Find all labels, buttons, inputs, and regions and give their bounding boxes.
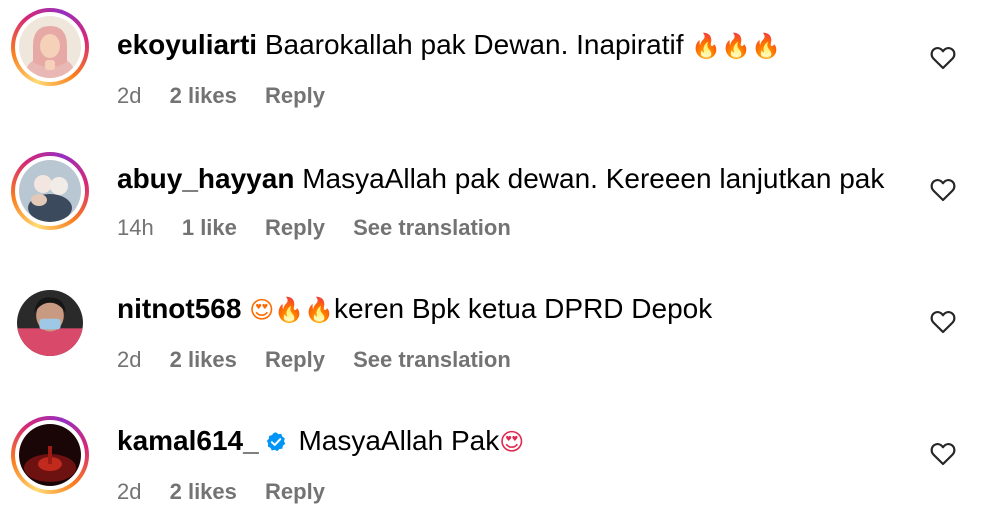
avatar[interactable] bbox=[17, 290, 83, 356]
comment-username[interactable]: kamal614_ bbox=[117, 425, 259, 456]
comment-item: kamal614_ MasyaAllah Pak😍 2d 2 likes Rep… bbox=[0, 396, 982, 528]
reply-button[interactable]: Reply bbox=[265, 346, 325, 374]
avatar[interactable] bbox=[19, 160, 81, 222]
heart-outline-icon[interactable] bbox=[930, 310, 956, 334]
comment-time: 2d bbox=[117, 479, 142, 504]
heart-eyes-fire-emoji: 😍🔥🔥 bbox=[249, 296, 335, 324]
comment-username[interactable]: nitnot568 bbox=[117, 293, 241, 324]
comment-time: 14h bbox=[117, 215, 154, 240]
avatar-frame[interactable] bbox=[11, 284, 89, 362]
comment-body: nitnot568 😍🔥🔥keren Bpk ketua DPRD Depok bbox=[117, 292, 712, 327]
comment-text: MasyaAllah Pak bbox=[290, 425, 500, 456]
comment-item: ekoyuliarti Baarokallah pak Dewan. Inapi… bbox=[0, 0, 982, 132]
see-translation-button[interactable]: See translation bbox=[353, 214, 511, 242]
comment-item: nitnot568 😍🔥🔥keren Bpk ketua DPRD Depok … bbox=[0, 264, 982, 396]
heart-outline-icon[interactable] bbox=[930, 46, 956, 70]
comment-body: ekoyuliarti Baarokallah pak Dewan. Inapi… bbox=[117, 28, 781, 63]
comment-likes[interactable]: 2 likes bbox=[170, 346, 237, 374]
comment-body: abuy_hayyan MasyaAllah pak dewan. Kereee… bbox=[117, 162, 884, 196]
comment-likes[interactable]: 1 like bbox=[182, 214, 237, 242]
reply-button[interactable]: Reply bbox=[265, 214, 325, 242]
avatar[interactable] bbox=[19, 16, 81, 78]
avatar-photo-icon bbox=[19, 16, 81, 78]
comment-likes[interactable]: 2 likes bbox=[170, 478, 237, 506]
comment-meta: 2d 2 likes Reply See translation bbox=[117, 346, 533, 374]
comment-time: 2d bbox=[117, 83, 142, 108]
heart-outline-icon[interactable] bbox=[930, 442, 956, 466]
comment-username[interactable]: ekoyuliarti bbox=[117, 29, 257, 60]
reply-button[interactable]: Reply bbox=[265, 478, 325, 506]
comment-meta: 2d 2 likes Reply bbox=[117, 82, 347, 110]
heart-eyes-emoji: 😍 bbox=[499, 428, 525, 456]
comment-meta: 14h 1 like Reply See translation bbox=[117, 214, 533, 242]
comment-body: kamal614_ MasyaAllah Pak😍 bbox=[117, 424, 524, 459]
story-ring[interactable] bbox=[11, 152, 89, 230]
see-translation-button[interactable]: See translation bbox=[353, 346, 511, 374]
comment-text: MasyaAllah pak dewan. Kereeen lanjutkan … bbox=[294, 163, 885, 194]
comment-time: 2d bbox=[117, 347, 142, 372]
reply-button[interactable]: Reply bbox=[265, 82, 325, 110]
avatar-photo-icon bbox=[19, 424, 81, 486]
avatar[interactable] bbox=[19, 424, 81, 486]
fire-emoji: 🔥🔥🔥 bbox=[691, 32, 781, 60]
comment-list: ekoyuliarti Baarokallah pak Dewan. Inapi… bbox=[0, 0, 982, 526]
avatar-photo-icon bbox=[17, 290, 83, 356]
comment-username[interactable]: abuy_hayyan bbox=[117, 163, 294, 194]
avatar-photo-icon bbox=[19, 160, 81, 222]
comment-likes[interactable]: 2 likes bbox=[170, 82, 237, 110]
story-ring[interactable] bbox=[11, 416, 89, 494]
comment-text: keren Bpk ketua DPRD Depok bbox=[334, 293, 713, 324]
comment-meta: 2d 2 likes Reply bbox=[117, 478, 347, 506]
story-ring[interactable] bbox=[11, 8, 89, 86]
comment-item: abuy_hayyan MasyaAllah pak dewan. Kereee… bbox=[0, 132, 982, 264]
comment-text: Baarokallah pak Dewan. Inapiratif bbox=[257, 29, 692, 60]
verified-badge-icon bbox=[266, 432, 285, 452]
heart-outline-icon[interactable] bbox=[930, 178, 956, 202]
